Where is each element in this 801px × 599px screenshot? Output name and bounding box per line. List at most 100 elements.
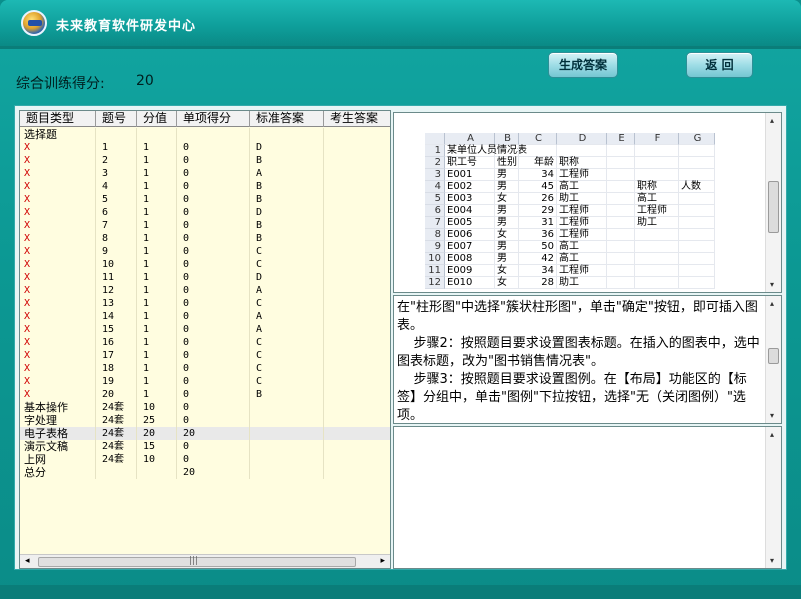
sheet-column-header: C — [519, 133, 557, 145]
sheet-cell: 28 — [519, 277, 557, 289]
table-cell — [324, 362, 390, 375]
table-row[interactable]: X510B — [20, 193, 390, 206]
scroll-down-icon[interactable]: ▾ — [770, 280, 774, 289]
scroll-up-icon[interactable]: ▴ — [770, 116, 774, 125]
table-row[interactable]: X410B — [20, 180, 390, 193]
table-cell: 17 — [96, 349, 137, 362]
column-header[interactable]: 考生答案 — [324, 111, 390, 127]
scroll-thumb[interactable] — [768, 181, 779, 233]
scroll-down-icon[interactable]: ▾ — [770, 556, 774, 565]
table-row[interactable]: X310A — [20, 167, 390, 180]
table-cell: 1 — [137, 375, 177, 388]
table-row[interactable]: X 17 1 0 C — [20, 349, 390, 362]
sheet-row: 11 E009 女 34 工程师 — [425, 265, 715, 277]
table-row[interactable]: X 13 1 0 C — [20, 297, 390, 310]
table-cell: 24套 — [96, 427, 137, 440]
table-cell: 11 — [96, 271, 137, 284]
table-row[interactable]: 总分 20 — [20, 466, 390, 479]
table-row[interactable]: X210B — [20, 154, 390, 167]
table-cell: 0 — [177, 453, 250, 466]
sheet-cell: 工程师 — [557, 229, 607, 241]
table-cell: X — [20, 323, 96, 336]
table-row[interactable]: 字处理 24套 25 0 — [20, 414, 390, 427]
table-cell: B — [250, 154, 324, 167]
table-cell: 0 — [177, 219, 250, 232]
table-cell: 10 — [137, 453, 177, 466]
scroll-up-icon[interactable]: ▴ — [770, 299, 774, 308]
table-cell — [250, 466, 324, 479]
sheet-cell: 29 — [519, 205, 557, 217]
column-header[interactable]: 单项得分 — [177, 111, 250, 127]
sheet-cell: 女 — [495, 193, 519, 205]
sheet-cell: 工程师 — [635, 205, 679, 217]
table-cell: 1 — [137, 180, 177, 193]
sheet-cell: 男 — [495, 253, 519, 265]
scroll-thumb[interactable]: ||| — [38, 556, 356, 567]
column-header[interactable]: 标准答案 — [250, 111, 324, 127]
table-cell: 0 — [177, 401, 250, 414]
back-button[interactable]: 返 回 — [686, 52, 753, 78]
scroll-up-icon[interactable]: ▴ — [770, 430, 774, 439]
answer-pane-scrollbar[interactable]: ▴ ▾ — [765, 427, 781, 568]
table-row[interactable]: 选择题 — [20, 128, 390, 141]
table-row[interactable]: 电子表格 24套 20 20 — [20, 427, 390, 440]
image-pane-scrollbar[interactable]: ▴ ▾ — [765, 113, 781, 292]
scroll-left-icon[interactable]: ◂ — [25, 556, 30, 566]
table-row[interactable]: X610D — [20, 206, 390, 219]
table-row[interactable]: X810B — [20, 232, 390, 245]
sheet-cell — [679, 157, 715, 169]
table-row[interactable]: 上网 24套 10 0 — [20, 453, 390, 466]
sheet-cell: 工程师 — [557, 265, 607, 277]
table-cell — [324, 232, 390, 245]
table-row[interactable]: X 15 1 0 A — [20, 323, 390, 336]
explanation-scrollbar[interactable]: ▴ ▾ — [765, 296, 781, 423]
scroll-down-icon[interactable]: ▾ — [770, 411, 774, 420]
table-row[interactable]: X 20 1 0 B — [20, 388, 390, 401]
table-row[interactable]: X 10 1 0 C — [20, 258, 390, 271]
table-cell — [324, 310, 390, 323]
column-header[interactable]: 题号 — [96, 111, 137, 127]
sheet-row-number: 12 — [425, 277, 445, 289]
sheet-cell — [679, 169, 715, 181]
sheet-cell: 职称 — [635, 181, 679, 193]
sheet-row: 4 E002 男 45 高工 职称 人数 — [425, 181, 715, 193]
sheet-row-number: 2 — [425, 157, 445, 169]
table-cell — [324, 466, 390, 479]
table-cell: 20 — [177, 427, 250, 440]
table-row[interactable]: X 18 1 0 C — [20, 362, 390, 375]
table-row[interactable]: X 16 1 0 C — [20, 336, 390, 349]
sheet-row-number: 9 — [425, 241, 445, 253]
table-row[interactable]: X 11 1 0 D — [20, 271, 390, 284]
table-row[interactable]: 演示文稿 24套 15 0 — [20, 440, 390, 453]
sheet-cell: 人数 — [679, 181, 715, 193]
table-horizontal-scrollbar[interactable]: ◂ ||| ▸ — [20, 554, 390, 568]
table-row[interactable]: X710B — [20, 219, 390, 232]
table-cell: X — [20, 245, 96, 258]
column-header[interactable]: 题目类型 — [20, 111, 96, 127]
table-cell: B — [250, 180, 324, 193]
table-cell: 24套 — [96, 414, 137, 427]
table-row[interactable]: X110D — [20, 141, 390, 154]
table-row[interactable]: X 14 1 0 A — [20, 310, 390, 323]
generate-answer-button[interactable]: 生成答案 — [548, 52, 618, 78]
scroll-right-icon[interactable]: ▸ — [380, 556, 385, 566]
table-row[interactable]: 基本操作 24套 10 0 — [20, 401, 390, 414]
sheet-cell: 女 — [495, 265, 519, 277]
table-row[interactable]: X 19 1 0 C — [20, 375, 390, 388]
table-row[interactable]: X 12 1 0 A — [20, 284, 390, 297]
table-cell: 0 — [177, 232, 250, 245]
sheet-cell: E010 — [445, 277, 495, 289]
table-cell: 7 — [96, 219, 137, 232]
table-cell: 0 — [177, 388, 250, 401]
scroll-thumb[interactable] — [768, 348, 779, 364]
table-cell: C — [250, 349, 324, 362]
table-cell: 基本操作 — [20, 401, 96, 414]
grip-icon: ||| — [189, 556, 199, 566]
table-cell — [250, 128, 324, 141]
table-row[interactable]: X910C — [20, 245, 390, 258]
sheet-cell — [679, 277, 715, 289]
sheet-column-header: D — [557, 133, 607, 145]
table-cell: 0 — [177, 154, 250, 167]
column-header[interactable]: 分值 — [137, 111, 177, 127]
table-cell: X — [20, 232, 96, 245]
